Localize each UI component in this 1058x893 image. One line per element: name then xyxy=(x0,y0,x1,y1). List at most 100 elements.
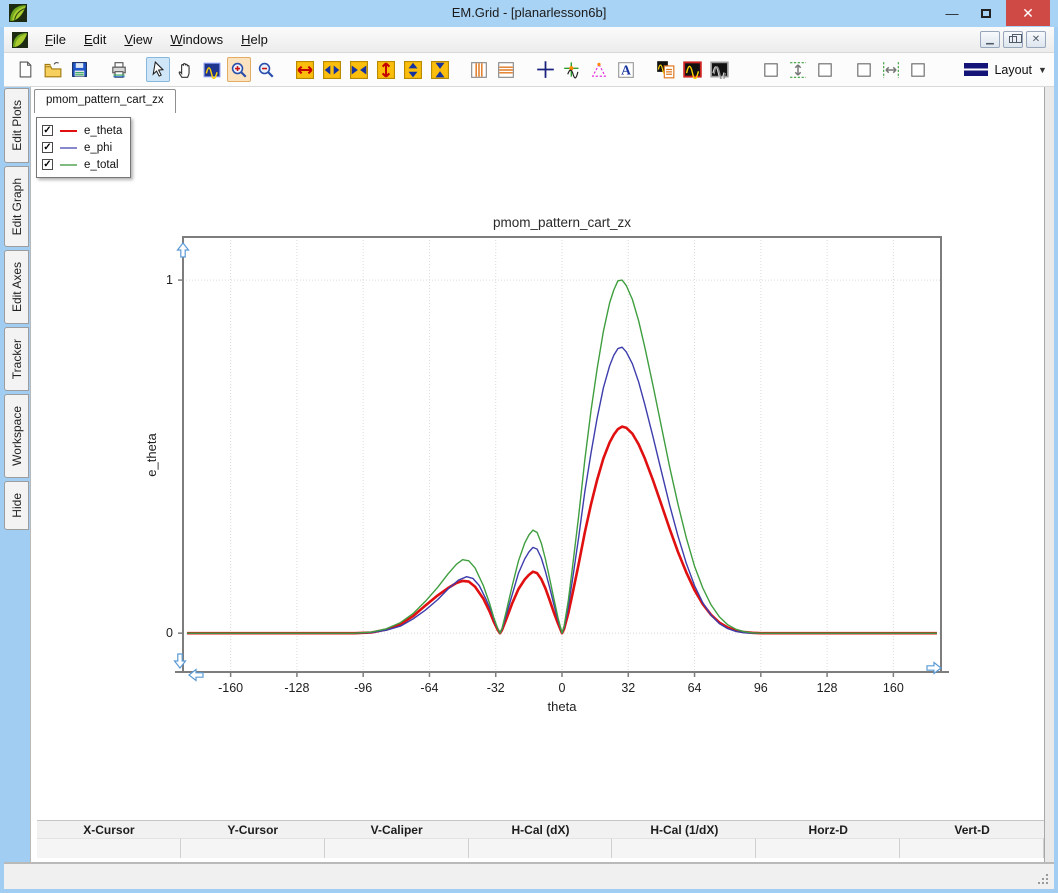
crosshair-icon xyxy=(536,60,555,79)
chart: -160-128-96-64-32032649612816001pmom_pat… xyxy=(140,210,960,720)
readout-col-v-caliper: V-Caliper xyxy=(325,821,469,838)
print-button[interactable] xyxy=(107,57,131,82)
x-axis-label: theta xyxy=(548,699,578,714)
legend-swatch-e-theta xyxy=(60,130,77,132)
menu-windows[interactable]: Windows xyxy=(161,29,232,50)
sidebar-tab-hide[interactable]: Hide xyxy=(4,481,29,530)
grid-horizontal-icon xyxy=(497,61,515,79)
y-tick-label: 1 xyxy=(166,273,173,287)
x-tick-label: 96 xyxy=(754,681,768,695)
expand-x-button[interactable] xyxy=(293,57,317,82)
select-tool-button[interactable] xyxy=(146,57,170,82)
autofit-v-left-checkbox[interactable] xyxy=(759,57,783,82)
crosshair-button[interactable] xyxy=(533,57,557,82)
dropdown-caret-icon: ▼ xyxy=(1038,65,1047,75)
client-right-frame xyxy=(1044,87,1054,862)
sidebar-tab-edit-axes[interactable]: Edit Axes xyxy=(4,250,29,324)
legend-checkbox-e-theta[interactable]: ✓ xyxy=(42,125,53,136)
x-tick-label: -32 xyxy=(487,681,505,695)
menu-view[interactable]: View xyxy=(115,29,161,50)
copy-plot-button[interactable] xyxy=(653,57,677,82)
readout-col-vert-d: Vert-D xyxy=(900,821,1044,838)
readout-header: X-Cursor Y-Cursor V-Caliper H-Cal (dX) H… xyxy=(37,820,1044,838)
expand-x-icon xyxy=(296,61,314,79)
printer-icon xyxy=(110,61,128,79)
layout-label: Layout xyxy=(994,63,1032,77)
plot-frame-red-button[interactable] xyxy=(680,57,704,82)
menu-file[interactable]: File xyxy=(36,29,75,50)
sidebar-tab-tracker[interactable]: Tracker xyxy=(4,327,29,391)
scroll-x-button[interactable] xyxy=(320,57,344,82)
fit-horizontal-button[interactable] xyxy=(879,57,903,82)
window-title: EM.Grid - [planarlesson6b] xyxy=(0,5,1058,20)
open-button[interactable] xyxy=(41,57,65,82)
mdi-restore-icon xyxy=(1009,36,1017,43)
svg-text:A: A xyxy=(621,62,631,77)
compress-x-button[interactable] xyxy=(347,57,371,82)
autofit-v-right-checkbox[interactable] xyxy=(813,57,837,82)
resize-grip[interactable] xyxy=(1035,871,1048,884)
sidebar-tab-edit-graph[interactable]: Edit Graph xyxy=(4,166,29,247)
grid-horizontal-button[interactable] xyxy=(494,57,518,82)
tracker-button[interactable] xyxy=(560,57,584,82)
readout-col-y-cursor: Y-Cursor xyxy=(181,821,325,838)
pan-up-arrow[interactable] xyxy=(178,243,189,257)
zoom-window-button[interactable] xyxy=(200,57,224,82)
pan-tool-button[interactable] xyxy=(173,57,197,82)
legend-swatch-e-phi xyxy=(60,147,77,149)
minimize-button[interactable]: — xyxy=(938,0,966,26)
menu-help[interactable]: Help xyxy=(232,29,277,50)
zoom-out-button[interactable] xyxy=(254,57,278,82)
scroll-y-icon xyxy=(404,61,422,79)
fit-horizontal-icon xyxy=(882,61,900,79)
mdi-close-button[interactable]: ✕ xyxy=(1026,31,1046,48)
compress-y-icon xyxy=(431,61,449,79)
menu-edit[interactable]: Edit xyxy=(75,29,115,50)
save-button[interactable] xyxy=(68,57,92,82)
layout-dropdown[interactable]: Layout ▼ xyxy=(957,59,1053,80)
legend-item-e-theta: ✓ e_theta xyxy=(42,122,122,139)
copy-plot-icon xyxy=(656,60,675,79)
toolbar: A Layout ▼ xyxy=(4,53,1054,87)
app-window: EM.Grid - [planarlesson6b] — ✕ File Edit… xyxy=(0,0,1058,893)
plot-frame-multi-icon xyxy=(710,60,729,79)
expand-y-icon xyxy=(377,61,395,79)
autofit-h-right-checkbox[interactable] xyxy=(906,57,930,82)
x-tick-label: 160 xyxy=(883,681,904,695)
x-tick-label: -96 xyxy=(354,681,372,695)
mdi-restore-button[interactable] xyxy=(1003,31,1023,48)
readout-value-h-cal-1dx xyxy=(612,838,756,858)
x-tick-label: 128 xyxy=(817,681,838,695)
text-annotation-button[interactable]: A xyxy=(614,57,638,82)
autofit-h-left-checkbox[interactable] xyxy=(852,57,876,82)
expand-y-button[interactable] xyxy=(374,57,398,82)
legend-checkbox-e-total[interactable]: ✓ xyxy=(42,159,53,170)
y-axis-label: e_theta xyxy=(144,433,159,477)
readout-value-vert-d xyxy=(900,838,1044,858)
save-floppy-icon xyxy=(71,61,88,78)
menu-bar: File Edit View Windows Help ▁ ✕ xyxy=(4,27,1054,53)
compress-y-button[interactable] xyxy=(428,57,452,82)
new-button[interactable] xyxy=(14,57,38,82)
y-tick-label: 0 xyxy=(166,626,173,640)
caliper-triangle-icon xyxy=(590,61,608,79)
fit-vertical-button[interactable] xyxy=(786,57,810,82)
maximize-button[interactable] xyxy=(972,0,1000,26)
caliper-button[interactable] xyxy=(587,57,611,82)
mdi-window-buttons: ▁ ✕ xyxy=(980,31,1046,48)
zoom-in-icon xyxy=(230,61,248,79)
chart-title: pmom_pattern_cart_zx xyxy=(493,215,631,230)
compress-x-icon xyxy=(350,61,368,79)
grid-vertical-button[interactable] xyxy=(467,57,491,82)
close-button[interactable]: ✕ xyxy=(1006,0,1050,26)
maximize-icon xyxy=(981,9,991,18)
scroll-y-button[interactable] xyxy=(401,57,425,82)
mdi-minimize-button[interactable]: ▁ xyxy=(980,31,1000,48)
legend-checkbox-e-phi[interactable]: ✓ xyxy=(42,142,53,153)
zoom-in-button[interactable] xyxy=(227,57,251,82)
document-tab[interactable]: pmom_pattern_cart_zx xyxy=(34,89,176,113)
readout-value-horz-d xyxy=(756,838,900,858)
sidebar-tab-workspace[interactable]: Workspace xyxy=(4,394,29,478)
plot-frame-multi-button[interactable] xyxy=(707,57,731,82)
sidebar-tab-edit-plots[interactable]: Edit Plots xyxy=(4,88,29,163)
